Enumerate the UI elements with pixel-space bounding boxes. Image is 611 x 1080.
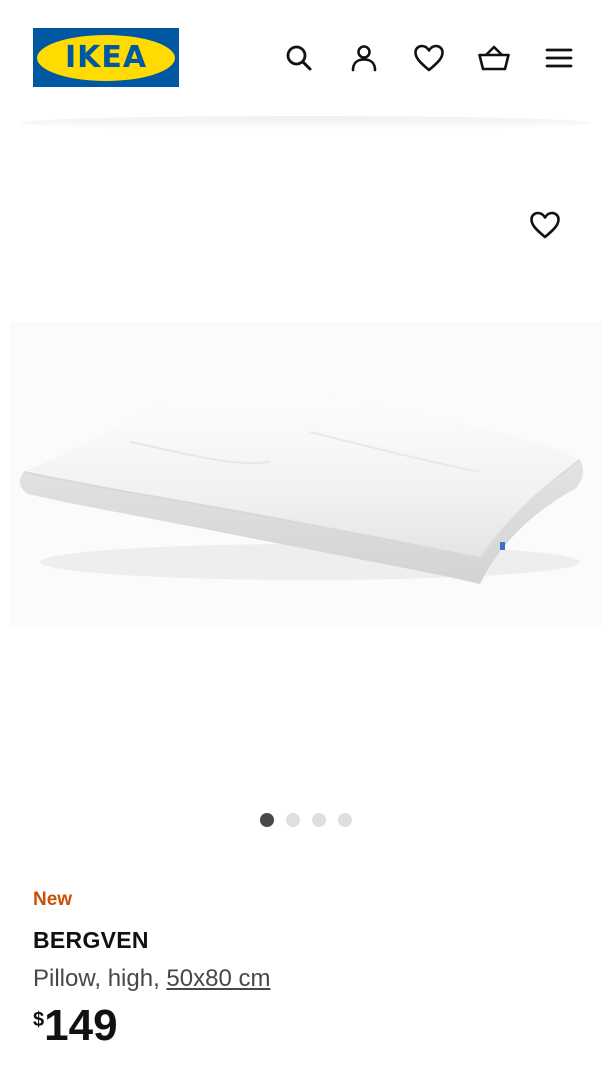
header-shadow (20, 116, 591, 130)
product-image[interactable] (10, 322, 602, 628)
price-amount: 149 (44, 1001, 118, 1050)
product-price: $ 149 (33, 1002, 270, 1050)
header-nav (281, 40, 577, 76)
gallery-dot-4[interactable] (337, 813, 352, 827)
product-type: Pillow, high, (33, 965, 167, 992)
account-icon[interactable] (346, 40, 382, 76)
gallery-dot-2[interactable] (285, 813, 300, 827)
gallery-dot-1[interactable] (259, 813, 274, 827)
favourites-icon[interactable] (411, 40, 447, 76)
product-info: New BERGVEN Pillow, high, 50x80 cm $ 149 (33, 888, 270, 1050)
search-icon[interactable] (281, 40, 317, 76)
ikea-logo[interactable]: IKEA (33, 28, 179, 87)
save-to-favourites-button[interactable] (526, 208, 564, 246)
menu-icon[interactable] (541, 40, 577, 76)
product-description: Pillow, high, 50x80 cm (33, 964, 270, 994)
heart-icon (529, 210, 561, 245)
basket-icon[interactable] (476, 40, 512, 76)
price-currency: $ (33, 1009, 45, 1031)
site-header: IKEA (0, 0, 611, 118)
logo-text: IKEA (64, 39, 148, 75)
logo-oval: IKEA (37, 34, 175, 81)
new-badge: New (33, 889, 73, 910)
gallery-pagination (0, 813, 611, 827)
size-link[interactable]: 50x80 cm (166, 965, 270, 992)
gallery-dot-3[interactable] (311, 813, 326, 827)
product-name: BERGVEN (33, 927, 149, 953)
